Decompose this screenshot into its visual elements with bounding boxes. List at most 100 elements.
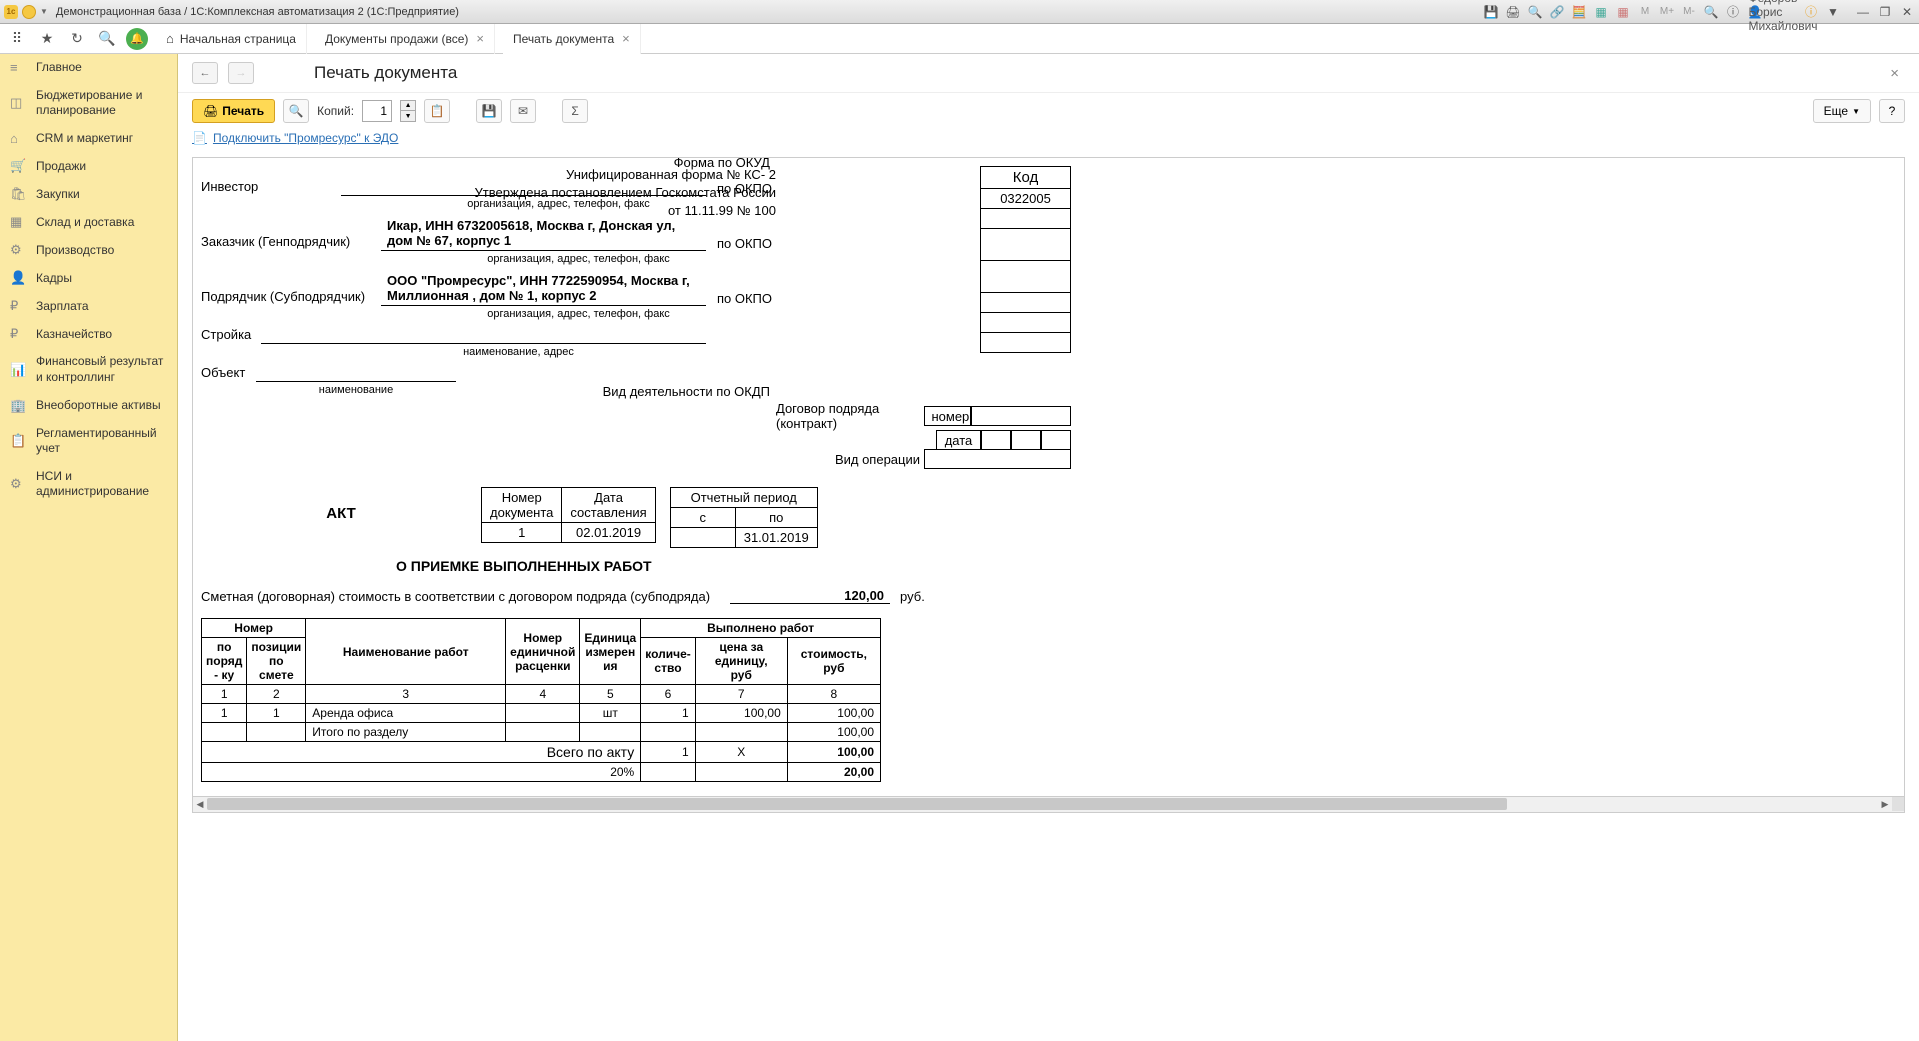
sidebar-item-13[interactable]: ⚙НСИ и администрирование [0,463,177,506]
info-icon[interactable]: ⓘ [1725,4,1741,20]
link-icon[interactable]: 🔗 [1549,4,1565,20]
okud-code: 0322005 [981,189,1071,209]
m-label[interactable]: M [1637,4,1653,20]
sum-button[interactable]: Σ [562,99,588,123]
sidebar-item-2[interactable]: ⌂CRM и маркетинг [0,125,177,153]
spinner-up-icon[interactable]: ▲ [401,101,415,111]
construction-label: Стройка [201,327,261,344]
copies-spinner[interactable]: ▲ ▼ [400,100,416,122]
total-value: 100,00 [787,742,880,763]
m-plus-label[interactable]: M+ [1659,4,1675,20]
period-from-label: с [670,508,735,528]
sidebar-item-label: Бюджетирование и планирование [36,88,167,119]
app-icon-circle [22,5,36,19]
m-minus-label[interactable]: M- [1681,4,1697,20]
calc-icon[interactable]: 🧮 [1571,4,1587,20]
sidebar-item-12[interactable]: 📋Регламентированный учет [0,420,177,463]
sidebar-item-label: CRM и маркетинг [36,131,167,147]
sidebar-item-0[interactable]: ≡Главное [0,54,177,82]
org-note: организация, адрес, телефон, факс [381,253,776,265]
sidebar-icon: ₽ [10,326,28,342]
th-est-pos: позициипо смете [247,638,306,685]
spinner-down-icon[interactable]: ▼ [401,111,415,121]
sidebar-item-label: Регламентированный учет [36,426,167,457]
more-button[interactable]: Еще ▼ [1813,99,1871,123]
back-button[interactable]: ← [192,62,218,84]
forward-button[interactable]: → [228,62,254,84]
scroll-right-icon[interactable]: ▶ [1878,797,1892,811]
sidebar-icon: ⚙ [10,242,28,258]
customer-label: Заказчик (Генподрядчик) [201,234,381,251]
sidebar-item-11[interactable]: 🏢Внеоборотные активы [0,392,177,420]
sidebar-item-8[interactable]: ₽Зарплата [0,292,177,320]
horizontal-scrollbar[interactable]: ◀ ▶ [192,797,1905,813]
estimate-row: Сметная (договорная) стоимость в соответ… [201,588,1071,604]
print-icon[interactable]: 🖨 [1505,4,1521,20]
preview-button[interactable]: 🔍 [283,99,309,123]
disk-save-button[interactable]: 💾 [476,99,502,123]
mail-button[interactable]: ✉ [510,99,536,123]
scroll-left-icon[interactable]: ◀ [193,797,207,811]
sidebar-icon: 🛒 [10,158,28,174]
sidebar-item-5[interactable]: ▦Склад и доставка [0,208,177,236]
user-dropdown[interactable]: ▼ [1825,4,1841,20]
th-unit-num: Номерединичнойрасценки [506,619,580,685]
save-icon[interactable]: 💾 [1483,4,1499,20]
sidebar-item-6[interactable]: ⚙ Производство [0,236,177,264]
schedule-icon[interactable]: ▦ [1615,4,1631,20]
cell-price: 100,00 [695,704,787,723]
sidebar-item-7[interactable]: 👤Кадры [0,264,177,292]
contract-date-y [1041,430,1071,450]
tab-close-icon[interactable]: × [476,31,484,46]
name-addr-note: наименование, адрес [261,346,776,358]
contract-num-value [971,406,1071,426]
cell-unitnum [506,704,580,723]
sidebar-item-4[interactable]: 🛍Закупки [0,180,177,208]
okpo-contractor [981,261,1071,293]
close-button[interactable]: ✕ [1899,4,1915,20]
page-close-button[interactable]: × [1884,65,1905,82]
sidebar-item-9[interactable]: ₽Казначейство [0,320,177,348]
col-num: 4 [506,685,580,704]
copies-input[interactable] [362,100,392,122]
th-order: попоряд- ку [202,638,247,685]
th-price: цена за единицу,руб [695,638,787,685]
user-name[interactable]: Федоров Борис Михайлович [1775,4,1791,20]
document-scroll[interactable]: Унифицированная форма № КС- 2 Утверждена… [192,157,1905,797]
edo-link[interactable]: 📄 Подключить "Промресурс" к ЭДО [192,131,1905,145]
pct-row: 20% 20,00 [202,763,881,782]
print-button[interactable]: 🖨 Печать [192,99,275,123]
help-button[interactable]: ? [1879,99,1905,123]
contractor-value: ООО "Промресурс", ИНН 7722590954, Москва… [381,271,706,306]
tab-label: Начальная страница [180,32,296,46]
notification-icon[interactable]: 🔔 [126,28,148,50]
sidebar-item-label: Внеоборотные активы [36,398,167,414]
tab-documents[interactable]: Документы продажи (все) × [315,24,495,54]
favorite-icon[interactable]: ★ [36,28,58,50]
sidebar-item-1[interactable]: ◫Бюджетирование и планирование [0,82,177,125]
zoom-icon[interactable]: 🔍 [1703,4,1719,20]
sidebar-item-3[interactable]: 🛒Продажи [0,152,177,180]
sidebar-icon: ⚙ [10,476,28,492]
titlebar-actions: 💾 🖨 🔍 🔗 🧮 ▦ ▦ M M+ M- 🔍 ⓘ 👤 Федоров Бори… [1483,4,1915,20]
col-num: 6 [641,685,696,704]
scrollbar-thumb[interactable] [207,798,1507,810]
warning-icon[interactable]: ⓘ [1803,4,1819,20]
okpo-label: по ОКПО [706,181,776,196]
sidebar-item-10[interactable]: 📊Финансовый результат и контроллинг [0,348,177,391]
apps-icon[interactable]: ⠿ [6,28,28,50]
calendar-icon[interactable]: ▦ [1593,4,1609,20]
history-icon[interactable]: ↻ [66,28,88,50]
tab-home[interactable]: ⌂ Начальная страница [156,24,307,54]
search-icon[interactable]: 🔍 [96,28,118,50]
template-button[interactable]: 📋 [424,99,450,123]
tab-print[interactable]: Печать документа × [503,24,641,54]
tab-label: Документы продажи (все) [325,32,468,46]
sidebar-item-label: Производство [36,243,167,259]
minimize-button[interactable]: — [1855,4,1871,20]
app-dropdown[interactable]: ▼ [40,7,48,16]
maximize-button[interactable]: ❐ [1877,4,1893,20]
tab-close-icon[interactable]: × [622,31,630,46]
period-header: Отчетный период [670,488,817,508]
preview-icon[interactable]: 🔍 [1527,4,1543,20]
